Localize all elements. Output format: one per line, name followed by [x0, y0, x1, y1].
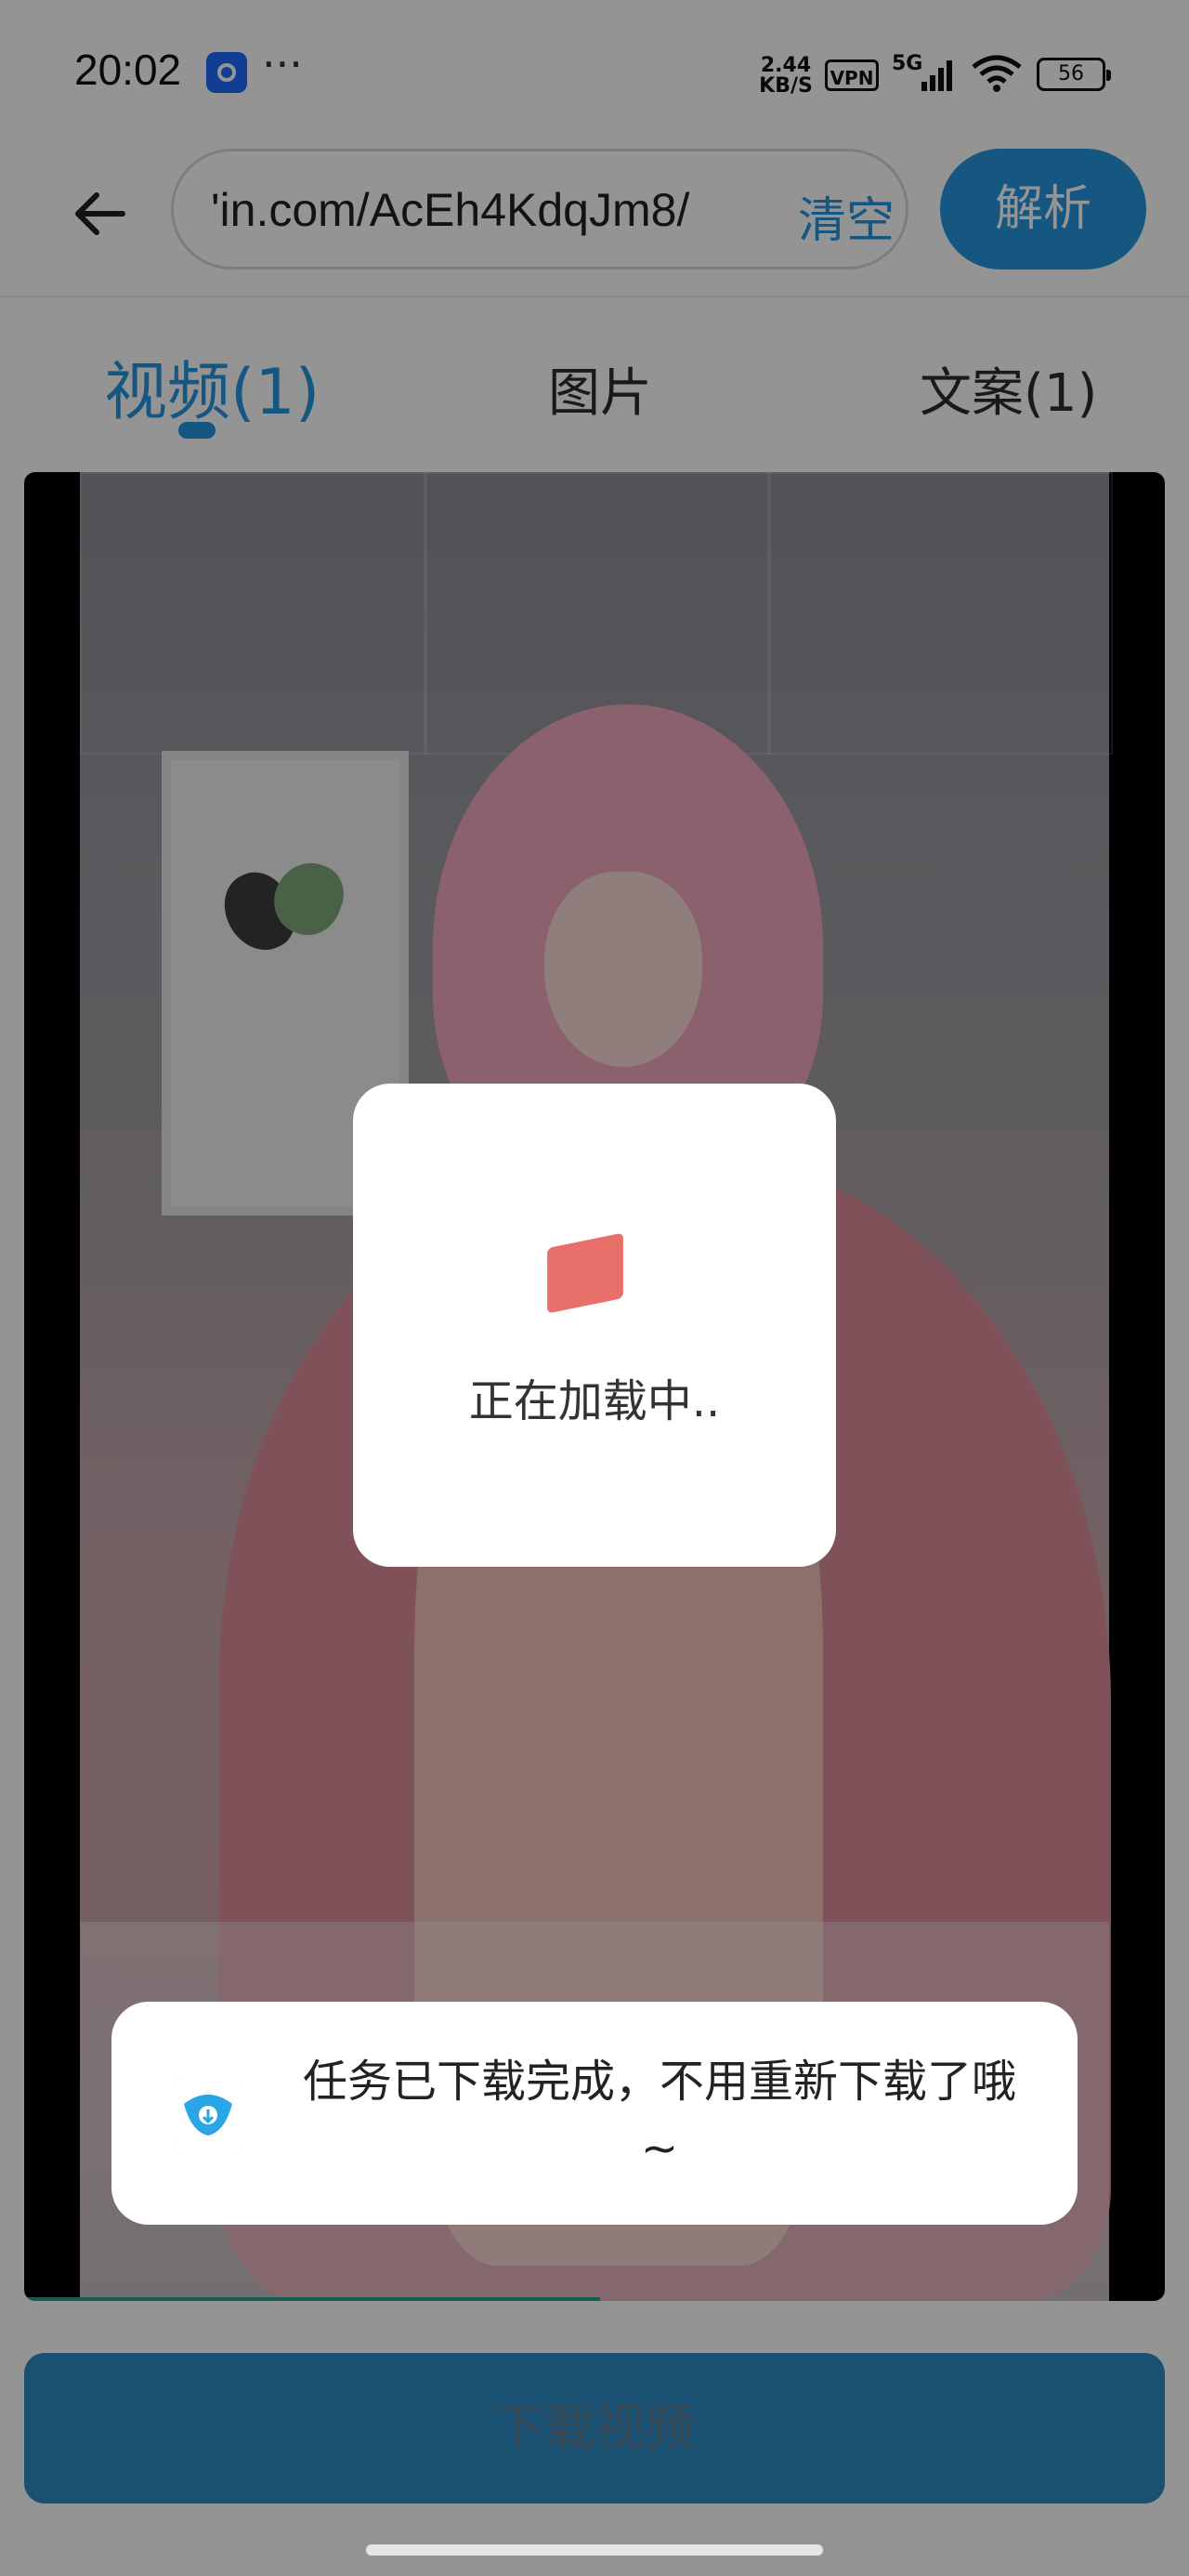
loading-text: 正在加载中.. — [468, 1375, 721, 1427]
loading-dialog: 正在加载中.. — [353, 1084, 836, 1567]
home-indicator[interactable] — [366, 2544, 823, 2556]
loading-spinner-icon — [547, 1232, 623, 1314]
toast-message: 任务已下载完成，不用重新下载了哦~ — [111, 2002, 1078, 2225]
toast-text: 任务已下载完成，不用重新下载了哦~ — [302, 2056, 1016, 2175]
app-logo-icon — [171, 2076, 245, 2150]
